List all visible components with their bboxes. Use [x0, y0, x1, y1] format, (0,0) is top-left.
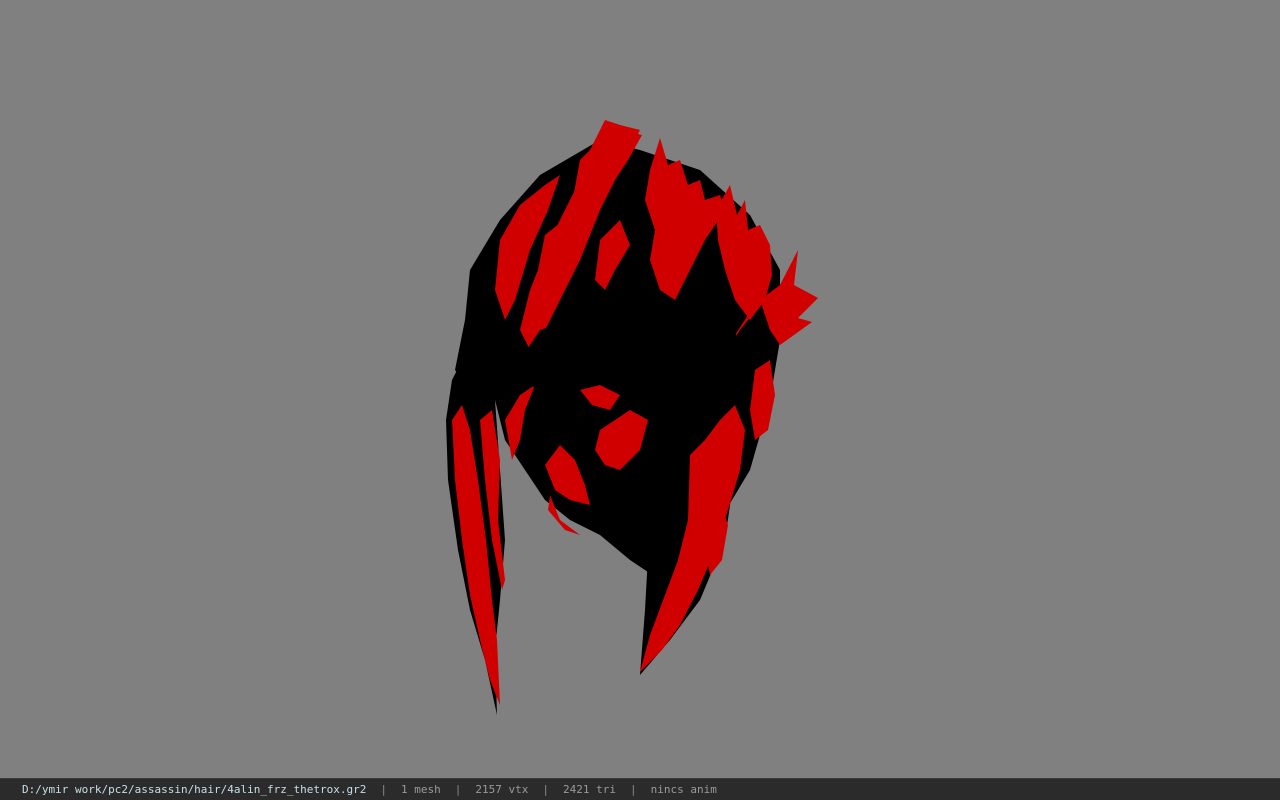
animation-status: nincs anim — [650, 783, 717, 796]
separator: | — [380, 783, 387, 796]
separator: | — [454, 783, 462, 796]
mesh-count: 1 mesh — [401, 783, 441, 796]
hair-model — [446, 120, 818, 715]
status-bar: D:/ymir work/pc2/assassin/hair/4alin_frz… — [0, 778, 1280, 800]
triangle-count: 2421 tri — [562, 783, 616, 796]
vertex-count: 2157 vtx — [475, 783, 529, 796]
model-viewport[interactable] — [0, 0, 1280, 778]
file-path: D:/ymir work/pc2/assassin/hair/4alin_frz… — [22, 783, 367, 796]
separator: | — [542, 783, 549, 796]
separator: | — [629, 783, 637, 796]
